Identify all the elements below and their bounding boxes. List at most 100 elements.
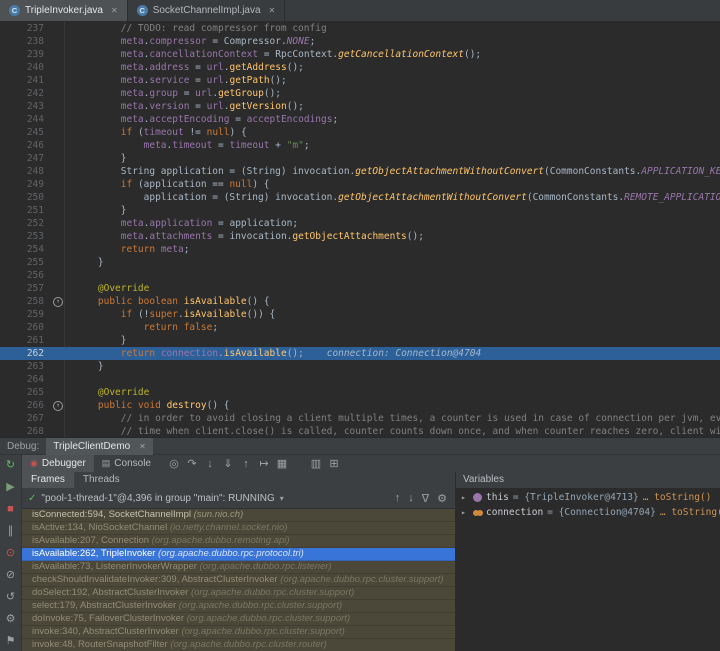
line-number[interactable]: 257 [0,282,52,295]
code-line[interactable]: 265 @Override [0,386,720,399]
variable-row[interactable]: ▸ connection = {Connection@4704} … toStrin… [456,505,720,520]
pause-icon[interactable]: ∥ [8,525,14,537]
code-line[interactable]: 267 // in order to avoid closing a clien… [0,412,720,425]
line-number[interactable]: 259 [0,308,52,321]
evaluate-expression-icon[interactable]: ▦ [273,457,291,470]
code-line[interactable]: 256 [0,269,720,282]
stop-icon[interactable]: ■ [7,503,14,515]
code-line[interactable]: 244 meta.acceptEncoding = acceptEncoding… [0,113,720,126]
code-line[interactable]: 238 meta.compressor = Compressor.NONE; [0,35,720,48]
code-line[interactable]: 252 meta.application = application; [0,217,720,230]
code-line[interactable]: 243 meta.version = url.getVersion(); [0,100,720,113]
line-number[interactable]: 237 [0,22,52,35]
code-line[interactable]: 241 meta.service = url.getPath(); [0,74,720,87]
expand-chevron-icon[interactable]: ▸ [461,508,469,517]
line-number[interactable]: 266 [0,399,52,412]
run-to-cursor-icon[interactable]: ↦ [255,457,273,470]
tab-threads[interactable]: Threads [74,472,129,488]
force-step-into-icon[interactable]: ⇓ [219,457,237,470]
thread-selector[interactable]: ✓ "pool-1-thread-1"@4,396 in group "main… [22,488,455,509]
code-line[interactable]: 251 } [0,204,720,217]
line-number[interactable]: 246 [0,139,52,152]
tab-console[interactable]: ▤ Console [94,455,159,472]
resume-icon[interactable]: ▶ [6,481,14,493]
line-number[interactable]: 243 [0,100,52,113]
variable-row[interactable]: ▸ this = {TripleInvoker@4713} … toString() [456,490,720,505]
code-line[interactable]: 263 } [0,360,720,373]
rerun-debug-icon[interactable]: ↻ [6,459,15,471]
step-over-icon[interactable]: ↷ [183,457,201,470]
code-line[interactable]: 262 return connection.isAvailable(); con… [0,347,720,360]
code-line[interactable]: 240 meta.address = url.getAddress(); [0,61,720,74]
stack-frame[interactable]: isAvailable:73, ListenerInvokerWrapper (… [22,561,455,574]
line-number[interactable]: 256 [0,269,52,282]
code-line[interactable]: 242 meta.group = url.getGroup(); [0,87,720,100]
line-number[interactable]: 245 [0,126,52,139]
line-number[interactable]: 262 [0,347,52,360]
line-number[interactable]: 249 [0,178,52,191]
code-line[interactable]: 237 // TODO: read compressor from config [0,22,720,35]
layout-settings-icon[interactable]: ⊞ [325,457,343,470]
filter-frames-icon[interactable]: ∇ [422,492,429,505]
expand-chevron-icon[interactable]: ▸ [461,493,469,502]
line-number[interactable]: 258 [0,295,52,308]
stack-frame[interactable]: invoke:48, RouterSnapshotFilter (org.apa… [22,639,455,651]
line-number[interactable]: 251 [0,204,52,217]
line-number[interactable]: 252 [0,217,52,230]
thread-dump-icon[interactable]: ▥ [307,457,325,470]
line-number[interactable]: 264 [0,373,52,386]
line-number[interactable]: 240 [0,61,52,74]
line-number[interactable]: 244 [0,113,52,126]
line-number[interactable]: 254 [0,243,52,256]
code-line[interactable]: 258 ↑ public boolean isAvailable() { [0,295,720,308]
line-number[interactable]: 267 [0,412,52,425]
stack-frame[interactable]: checkShouldInvalidateInvoker:309, Abstra… [22,574,455,587]
line-number[interactable]: 260 [0,321,52,334]
code-line[interactable]: 259 if (!super.isAvailable()) { [0,308,720,321]
line-number[interactable]: 268 [0,425,52,437]
next-frame-icon[interactable]: ↓ [408,492,414,505]
stack-frame[interactable]: isConnected:594, SocketChannelImpl (sun.… [22,509,455,522]
code-line[interactable]: 257 @Override [0,282,720,295]
settings-gear-icon[interactable]: ⚙ [6,613,16,625]
stack-frame[interactable]: isAvailable:207, Connection (org.apache.… [22,535,455,548]
code-line[interactable]: 254 return meta; [0,243,720,256]
code-line[interactable]: 260 return false; [0,321,720,334]
line-number[interactable]: 239 [0,48,52,61]
code-line[interactable]: 268 // time when client.close() is calle… [0,425,720,437]
step-out-icon[interactable]: ↑ [237,458,255,470]
line-number[interactable]: 250 [0,191,52,204]
close-session-icon[interactable]: ✕ [139,442,146,451]
chevron-down-icon[interactable]: ▾ [280,494,284,503]
code-line[interactable]: 264 [0,373,720,386]
code-line[interactable]: 239 meta.cancellationContext = RpcContex… [0,48,720,61]
code-line[interactable]: 266 ↑ public void destroy() { [0,399,720,412]
code-line[interactable]: 246 meta.timeout = timeout + "m"; [0,139,720,152]
close-tab-icon[interactable]: ✕ [111,6,118,15]
stack-frame[interactable]: invoke:340, AbstractClusterInvoker (org.… [22,626,455,639]
line-number[interactable]: 253 [0,230,52,243]
tab-socketchannelimpl-java[interactable]: C SocketChannelImpl.java ✕ [128,0,286,21]
code-line[interactable]: 248 String application = (String) invoca… [0,165,720,178]
code-line[interactable]: 247 } [0,152,720,165]
line-number[interactable]: 247 [0,152,52,165]
override-method-icon[interactable]: ↑ [53,297,63,307]
frames-settings-icon[interactable]: ⚙ [437,492,447,505]
tostring-link[interactable]: … toString() [643,492,712,503]
mute-breakpoints-icon[interactable]: ⊘ [6,569,15,581]
line-number[interactable]: 241 [0,74,52,87]
view-breakpoints-icon[interactable]: ⊙ [6,547,15,559]
override-method-icon[interactable]: ↑ [53,401,63,411]
line-number[interactable]: 263 [0,360,52,373]
code-line[interactable]: 255 } [0,256,720,269]
show-execution-point-icon[interactable]: ◎ [165,457,183,470]
code-line[interactable]: 249 if (application == null) { [0,178,720,191]
debug-session-tab[interactable]: TripleClientDemo ✕ [46,437,153,455]
pin-icon[interactable]: ⚑ [6,635,16,647]
code-line[interactable]: 250 application = (String) invocation.ge… [0,191,720,204]
line-number[interactable]: 238 [0,35,52,48]
line-number[interactable]: 242 [0,87,52,100]
line-number[interactable]: 248 [0,165,52,178]
code-line[interactable]: 245 if (timeout != null) { [0,126,720,139]
restore-layout-icon[interactable]: ↺ [6,591,15,603]
